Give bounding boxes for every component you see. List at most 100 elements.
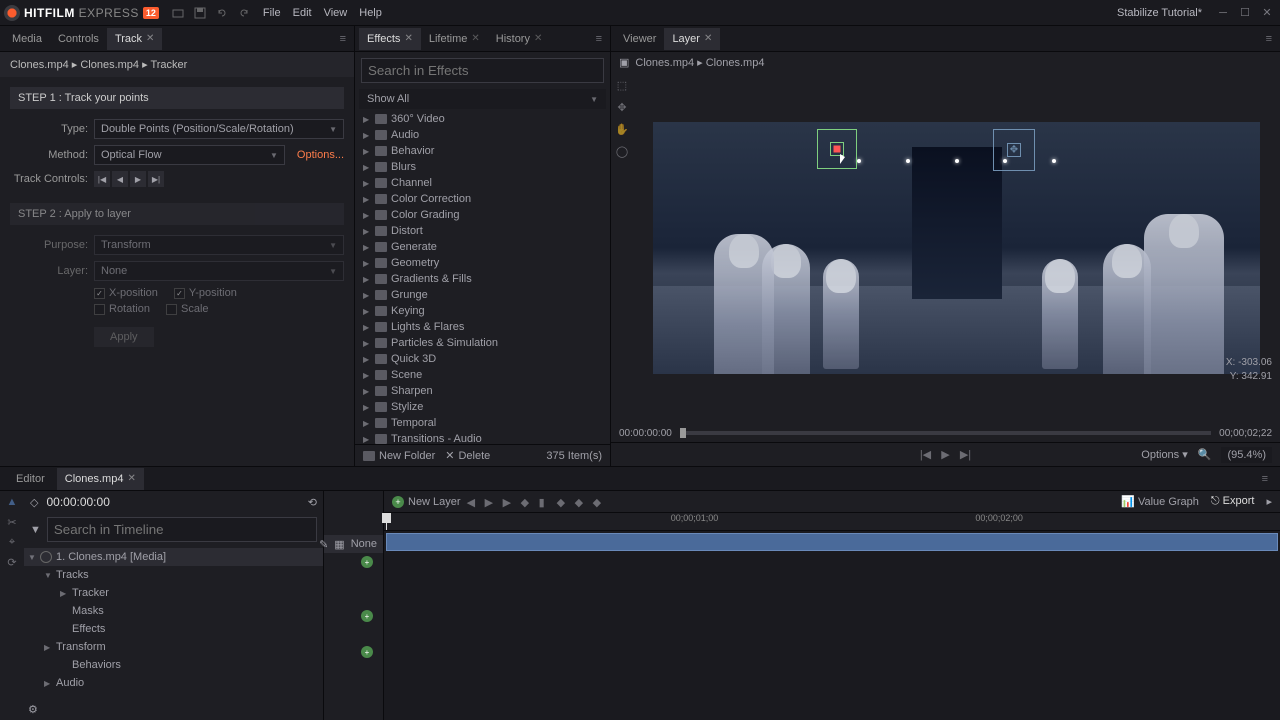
viewer-options-button[interactable]: Options ▾ bbox=[1141, 448, 1188, 461]
effects-category[interactable]: ▶Geometry bbox=[359, 255, 606, 271]
link-icon[interactable]: ⟲ bbox=[308, 496, 317, 509]
y-position-checkbox[interactable]: Y-position bbox=[174, 287, 237, 299]
tab-effects[interactable]: Effects✕ bbox=[359, 28, 421, 50]
close-icon[interactable]: ✕ bbox=[704, 33, 712, 44]
timeline-ruler[interactable]: 00;00;01;00 00;00;02;00 bbox=[384, 513, 1280, 531]
tab-clones[interactable]: Clones.mp4✕ bbox=[57, 468, 144, 490]
effects-category[interactable]: ▶Scene bbox=[359, 367, 606, 383]
export-button[interactable]: ⎋ Export bbox=[1211, 495, 1255, 508]
effects-category[interactable]: ▶Channel bbox=[359, 175, 606, 191]
timeline-prop-audio[interactable]: ▶Audio bbox=[24, 674, 323, 692]
blend-icon[interactable]: ▦ bbox=[334, 538, 344, 551]
close-icon[interactable]: ✕ bbox=[534, 33, 542, 44]
viewer-canvas[interactable]: ✥ X: -303.06 Y: 342.91 bbox=[633, 72, 1280, 424]
timeline-prop-effects[interactable]: Effects bbox=[24, 620, 323, 638]
menu-edit[interactable]: Edit bbox=[293, 7, 312, 19]
effects-category[interactable]: ▶Color Grading bbox=[359, 207, 606, 223]
kf-icon[interactable]: ▮ bbox=[539, 496, 551, 508]
effects-search-input[interactable] bbox=[361, 58, 604, 83]
play-icon[interactable]: ▶ bbox=[485, 496, 497, 508]
timeline-menu-icon[interactable]: ▸ bbox=[1266, 495, 1272, 508]
method-dropdown[interactable]: Optical Flow▼ bbox=[94, 145, 285, 165]
timeline-prop-masks[interactable]: Masks bbox=[24, 602, 323, 620]
mask-tool-icon[interactable]: ◯ bbox=[615, 144, 629, 158]
tracker-point-2[interactable]: ✥ bbox=[993, 129, 1035, 171]
edit-icon[interactable]: ✎ bbox=[319, 538, 328, 551]
effects-category[interactable]: ▶Transitions - Audio bbox=[359, 431, 606, 444]
tab-controls[interactable]: Controls bbox=[50, 28, 107, 50]
select-tool-icon[interactable]: ▲ bbox=[5, 495, 19, 509]
tab-editor[interactable]: Editor bbox=[8, 468, 53, 490]
panel-menu-icon[interactable]: ≡ bbox=[1262, 473, 1268, 485]
apply-button[interactable]: Apply bbox=[94, 327, 154, 347]
timeline-layer-row[interactable]: ▼ 1. Clones.mp4 [Media] bbox=[24, 548, 323, 566]
effects-category[interactable]: ▶Keying bbox=[359, 303, 606, 319]
add-behavior-button[interactable]: + bbox=[361, 646, 373, 658]
next-kf-icon[interactable]: ▶ bbox=[503, 496, 515, 508]
effects-category[interactable]: ▶Generate bbox=[359, 239, 606, 255]
menu-file[interactable]: File bbox=[263, 7, 281, 19]
effects-category[interactable]: ▶Grunge bbox=[359, 287, 606, 303]
kf-icon[interactable]: ◆ bbox=[593, 496, 605, 508]
open-icon[interactable] bbox=[171, 6, 185, 20]
tab-lifetime[interactable]: Lifetime✕ bbox=[421, 28, 488, 50]
kf-icon[interactable]: ◆ bbox=[557, 496, 569, 508]
timeline-prop-transform[interactable]: ▶Transform bbox=[24, 638, 323, 656]
x-position-checkbox[interactable]: X-position bbox=[94, 287, 158, 299]
prev-frame-button[interactable]: |◀ bbox=[919, 448, 933, 462]
timeline-prop-behaviors[interactable]: Behaviors bbox=[24, 656, 323, 674]
settings-icon[interactable]: ⚙ bbox=[28, 703, 38, 716]
viewer-scrubber[interactable] bbox=[680, 431, 1211, 435]
timeline-search-input[interactable] bbox=[47, 517, 317, 542]
kf-icon[interactable]: ◆ bbox=[575, 496, 587, 508]
effects-category[interactable]: ▶Sharpen bbox=[359, 383, 606, 399]
menu-help[interactable]: Help bbox=[359, 7, 382, 19]
undo-icon[interactable] bbox=[215, 6, 229, 20]
options-link[interactable]: Options... bbox=[297, 149, 344, 161]
kf-icon[interactable]: ◆ bbox=[521, 496, 533, 508]
next-frame-button[interactable]: ▶| bbox=[959, 448, 973, 462]
timeline-clip[interactable] bbox=[386, 533, 1278, 551]
menu-view[interactable]: View bbox=[324, 7, 348, 19]
filter-icon[interactable]: ▼ bbox=[30, 524, 41, 536]
new-folder-button[interactable]: New Folder bbox=[363, 450, 435, 462]
snap-tool-icon[interactable]: ⌖ bbox=[5, 535, 19, 549]
effects-category[interactable]: ▶Blurs bbox=[359, 159, 606, 175]
save-icon[interactable] bbox=[193, 6, 207, 20]
prev-kf-icon[interactable]: ◀ bbox=[467, 496, 479, 508]
effects-category[interactable]: ▶Gradients & Fills bbox=[359, 271, 606, 287]
track-backward-button[interactable]: ◀ bbox=[112, 171, 128, 187]
panel-menu-icon[interactable]: ≡ bbox=[340, 33, 346, 45]
tab-media[interactable]: Media bbox=[4, 28, 50, 50]
effects-category[interactable]: ▶Distort bbox=[359, 223, 606, 239]
rotation-checkbox[interactable]: Rotation bbox=[94, 303, 150, 315]
tab-track[interactable]: Track✕ bbox=[107, 28, 162, 50]
timeline-time[interactable]: 00:00:00:00 bbox=[46, 495, 109, 509]
add-effect-button[interactable]: + bbox=[361, 610, 373, 622]
tab-viewer[interactable]: Viewer bbox=[615, 28, 664, 50]
select-tool-icon[interactable]: ⬚ bbox=[615, 78, 629, 92]
tab-layer[interactable]: Layer✕ bbox=[664, 28, 720, 50]
effects-category[interactable]: ▶Behavior bbox=[359, 143, 606, 159]
close-icon[interactable]: ✕ bbox=[471, 33, 479, 44]
hand-tool-icon[interactable]: ✋ bbox=[615, 122, 629, 136]
close-button[interactable]: ✕ bbox=[1258, 6, 1276, 20]
timeline-prop-tracks[interactable]: ▼Tracks bbox=[24, 566, 323, 584]
effects-category[interactable]: ▶360° Video bbox=[359, 111, 606, 127]
keyframe-icon[interactable]: ◇ bbox=[30, 496, 38, 509]
maximize-button[interactable]: ☐ bbox=[1236, 6, 1254, 20]
effects-category[interactable]: ▶Stylize bbox=[359, 399, 606, 415]
visibility-toggle-icon[interactable] bbox=[40, 551, 52, 563]
effects-category[interactable]: ▶Particles & Simulation bbox=[359, 335, 606, 351]
minimize-button[interactable]: ─ bbox=[1214, 6, 1232, 20]
tab-history[interactable]: History✕ bbox=[488, 28, 551, 50]
effects-category[interactable]: ▶Lights & Flares bbox=[359, 319, 606, 335]
panel-menu-icon[interactable]: ≡ bbox=[596, 33, 602, 45]
timeline-tracks[interactable] bbox=[384, 531, 1280, 720]
show-all-dropdown[interactable]: Show All▼ bbox=[359, 89, 606, 109]
blend-mode[interactable]: None bbox=[351, 538, 377, 550]
purpose-dropdown[interactable]: Transform▼ bbox=[94, 235, 344, 255]
value-graph-button[interactable]: 📊 Value Graph bbox=[1121, 495, 1199, 508]
close-icon[interactable]: ✕ bbox=[404, 33, 412, 44]
new-layer-button[interactable]: +New Layer bbox=[392, 496, 461, 508]
